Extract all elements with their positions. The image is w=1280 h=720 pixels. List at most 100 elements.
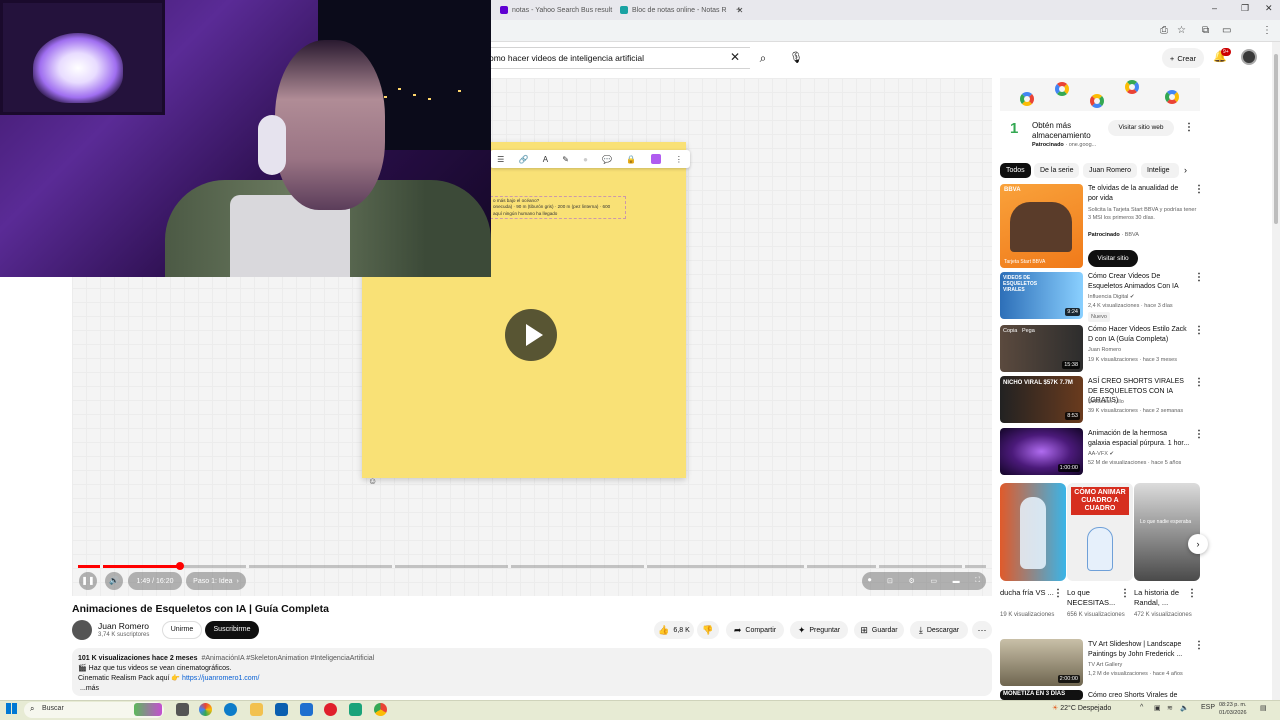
subscribe-button[interactable]: Suscribirme xyxy=(205,621,259,639)
video-menu-icon[interactable]: ⋮ xyxy=(1194,272,1204,283)
taskbar-clock[interactable]: 08:23 p. m. 01/03/2026 xyxy=(1219,702,1247,717)
channel-name[interactable]: Juan Romero xyxy=(98,621,149,631)
scrollbar-thumb[interactable] xyxy=(1274,54,1278,224)
shorts-next-button[interactable]: › xyxy=(1188,534,1208,554)
show-more-link[interactable]: ...más xyxy=(78,684,986,694)
video-menu-icon[interactable]: ⋮ xyxy=(1194,429,1204,440)
short-thumbnail[interactable] xyxy=(1000,483,1066,581)
video-channel[interactable]: Influencia Digital ✔ xyxy=(1088,293,1135,301)
language-indicator[interactable]: ESP xyxy=(1201,704,1215,711)
video-title-link[interactable]: Cómo Crear Videos De Esqueletos Animados… xyxy=(1088,272,1190,291)
browser-tab-notas[interactable]: Bloc de notas online - Notas R ✕ xyxy=(620,2,743,18)
short-title[interactable]: La historia de Randal, ... xyxy=(1134,588,1188,608)
chip-series[interactable]: De la serie xyxy=(1034,163,1080,178)
ad-menu-icon[interactable]: ⋮ xyxy=(1184,122,1194,133)
chapter-button[interactable]: Paso 1: Idea › xyxy=(186,572,246,590)
account-avatar[interactable] xyxy=(1241,49,1257,65)
restore-button[interactable]: ❐ xyxy=(1241,3,1249,14)
video-channel[interactable]: Juan Romero xyxy=(1088,346,1121,354)
progress-scrubber-handle[interactable] xyxy=(175,562,184,570)
taskbar-widget-image[interactable] xyxy=(134,703,162,716)
subtitles-icon[interactable]: ⊡ xyxy=(887,577,893,585)
minimize-button[interactable]: – xyxy=(1212,3,1217,13)
video-channel[interactable]: TV Art Gallery xyxy=(1088,661,1122,669)
miniplayer-icon[interactable]: ▭ xyxy=(930,577,937,585)
install-app-icon[interactable]: ⎙ xyxy=(1160,25,1168,36)
short-menu-icon[interactable]: ⋮ xyxy=(1053,588,1063,599)
fullscreen-icon[interactable]: ⛶ xyxy=(975,577,980,585)
short-menu-icon[interactable]: ⋮ xyxy=(1187,588,1197,599)
video-thumbnail[interactable]: VIDEOS DE ESQUELETOS VIRALES 9:24 xyxy=(1000,272,1083,319)
download-button[interactable]: ⤓ Descargar xyxy=(910,621,968,639)
play-button-large[interactable] xyxy=(505,309,557,361)
progress-bar[interactable] xyxy=(78,562,986,570)
browser-tab-yahoo[interactable]: notas - Yahoo Search Bus result ✕ xyxy=(500,2,629,18)
hashtags[interactable]: #AnimaciónIA #SkeletonAnimation #Intelig… xyxy=(201,655,374,662)
tray-overflow-icon[interactable]: ^ xyxy=(1140,704,1143,711)
theater-mode-icon[interactable]: ▬ xyxy=(953,578,960,585)
short-title[interactable]: Lo que NECESITAS... xyxy=(1067,588,1121,608)
app-icon[interactable] xyxy=(349,703,362,716)
windows-start-icon[interactable] xyxy=(6,703,17,714)
video-thumbnail[interactable]: 2:00:00 xyxy=(1000,639,1083,686)
visit-website-button[interactable]: Visitar sitio web xyxy=(1108,120,1174,136)
network-icon[interactable]: ≋ xyxy=(1167,704,1173,712)
video-thumbnail[interactable]: MONETIZA EN 3 DÍAS xyxy=(1000,690,1083,700)
chevron-right-icon[interactable]: › xyxy=(1184,165,1187,175)
tray-app-icon[interactable]: ▣ xyxy=(1154,704,1161,712)
pause-button[interactable]: ❚❚ xyxy=(79,572,97,590)
channel-avatar[interactable] xyxy=(72,620,92,640)
extensions-icon[interactable]: ⧉ xyxy=(1202,25,1209,36)
chrome-icon[interactable] xyxy=(374,703,387,716)
video-thumbnail[interactable]: Copia Pega 15:38 xyxy=(1000,325,1083,372)
more-actions-button[interactable]: ⋯ xyxy=(972,621,992,639)
visit-site-button[interactable]: Visitar sitio xyxy=(1088,250,1138,267)
video-channel[interactable]: Sebastian Lillo xyxy=(1088,398,1124,406)
volume-button[interactable]: 🔊 xyxy=(105,572,123,590)
ask-button[interactable]: ✦ Preguntar xyxy=(790,621,848,639)
save-button[interactable]: ⊞ Guardar xyxy=(854,621,904,639)
bbva-ad-title[interactable]: Te olvidas de la anualidad de por vida xyxy=(1088,184,1190,203)
file-explorer-icon[interactable] xyxy=(250,703,263,716)
like-button[interactable]: 👍 6,8 K xyxy=(654,621,694,639)
chip-all[interactable]: Todos xyxy=(1000,163,1031,178)
video-title-link[interactable]: Animación de la hermosa galaxia espacial… xyxy=(1088,429,1190,448)
search-button[interactable]: ⌕ xyxy=(750,47,776,69)
speaker-icon[interactable]: 🔈 xyxy=(1180,704,1189,712)
edge-icon[interactable] xyxy=(224,703,237,716)
clear-search-icon[interactable]: ✕ xyxy=(730,50,740,64)
search-input[interactable] xyxy=(480,47,750,69)
video-menu-icon[interactable]: ⋮ xyxy=(1194,377,1204,388)
settings-gear-icon[interactable]: ⚙ xyxy=(908,577,914,585)
video-menu-icon[interactable]: ⋮ xyxy=(1194,325,1204,336)
ad-title[interactable]: Obtén más almacenamiento xyxy=(1032,121,1110,141)
close-window-button[interactable]: ✕ xyxy=(1265,3,1273,14)
store-icon[interactable] xyxy=(300,703,313,716)
new-tab-button[interactable]: + xyxy=(736,2,742,18)
video-menu-icon[interactable]: ⋮ xyxy=(1194,184,1204,195)
page-scrollbar[interactable] xyxy=(1272,42,1280,700)
voice-search-button[interactable]: 🎙 xyxy=(786,48,806,68)
task-view-icon[interactable] xyxy=(176,703,189,716)
short-menu-icon[interactable]: ⋮ xyxy=(1120,588,1130,599)
video-menu-icon[interactable]: ⋮ xyxy=(1194,640,1204,651)
short-title[interactable]: ducha fría VS ... xyxy=(1000,588,1054,598)
chip-ai[interactable]: Intelige xyxy=(1141,163,1179,178)
opera-icon[interactable] xyxy=(324,703,337,716)
video-thumbnail[interactable]: NICHO VIRAL $57K 7.7M 8:53 xyxy=(1000,376,1083,423)
weather-widget[interactable]: ☀ 22°C Despejado xyxy=(1052,704,1111,712)
create-button[interactable]: + Crear xyxy=(1162,48,1204,68)
bbva-ad-thumbnail[interactable]: BBVA Tarjeta Start BBVA xyxy=(1000,184,1083,268)
menu-dots-icon[interactable]: ⋮ xyxy=(1262,25,1272,36)
video-thumbnail[interactable]: 1:00:00 xyxy=(1000,428,1083,475)
sidebar-icon[interactable]: ▭ xyxy=(1222,25,1231,36)
share-button[interactable]: ➦ Compartir xyxy=(726,621,784,639)
chip-channel[interactable]: Juan Romero xyxy=(1083,163,1138,178)
photos-icon[interactable] xyxy=(275,703,288,716)
dislike-button[interactable]: 👎 xyxy=(697,621,719,639)
description-link[interactable]: https://juanromero1.com/ xyxy=(182,675,259,682)
notification-center-icon[interactable]: ▤ xyxy=(1260,704,1267,712)
description-box[interactable]: 101 K visualizaciones hace 2 meses #Anima… xyxy=(72,648,992,696)
join-button[interactable]: Unirme xyxy=(162,621,202,639)
short-thumbnail[interactable]: Lo que nadie esperaba xyxy=(1134,483,1200,581)
